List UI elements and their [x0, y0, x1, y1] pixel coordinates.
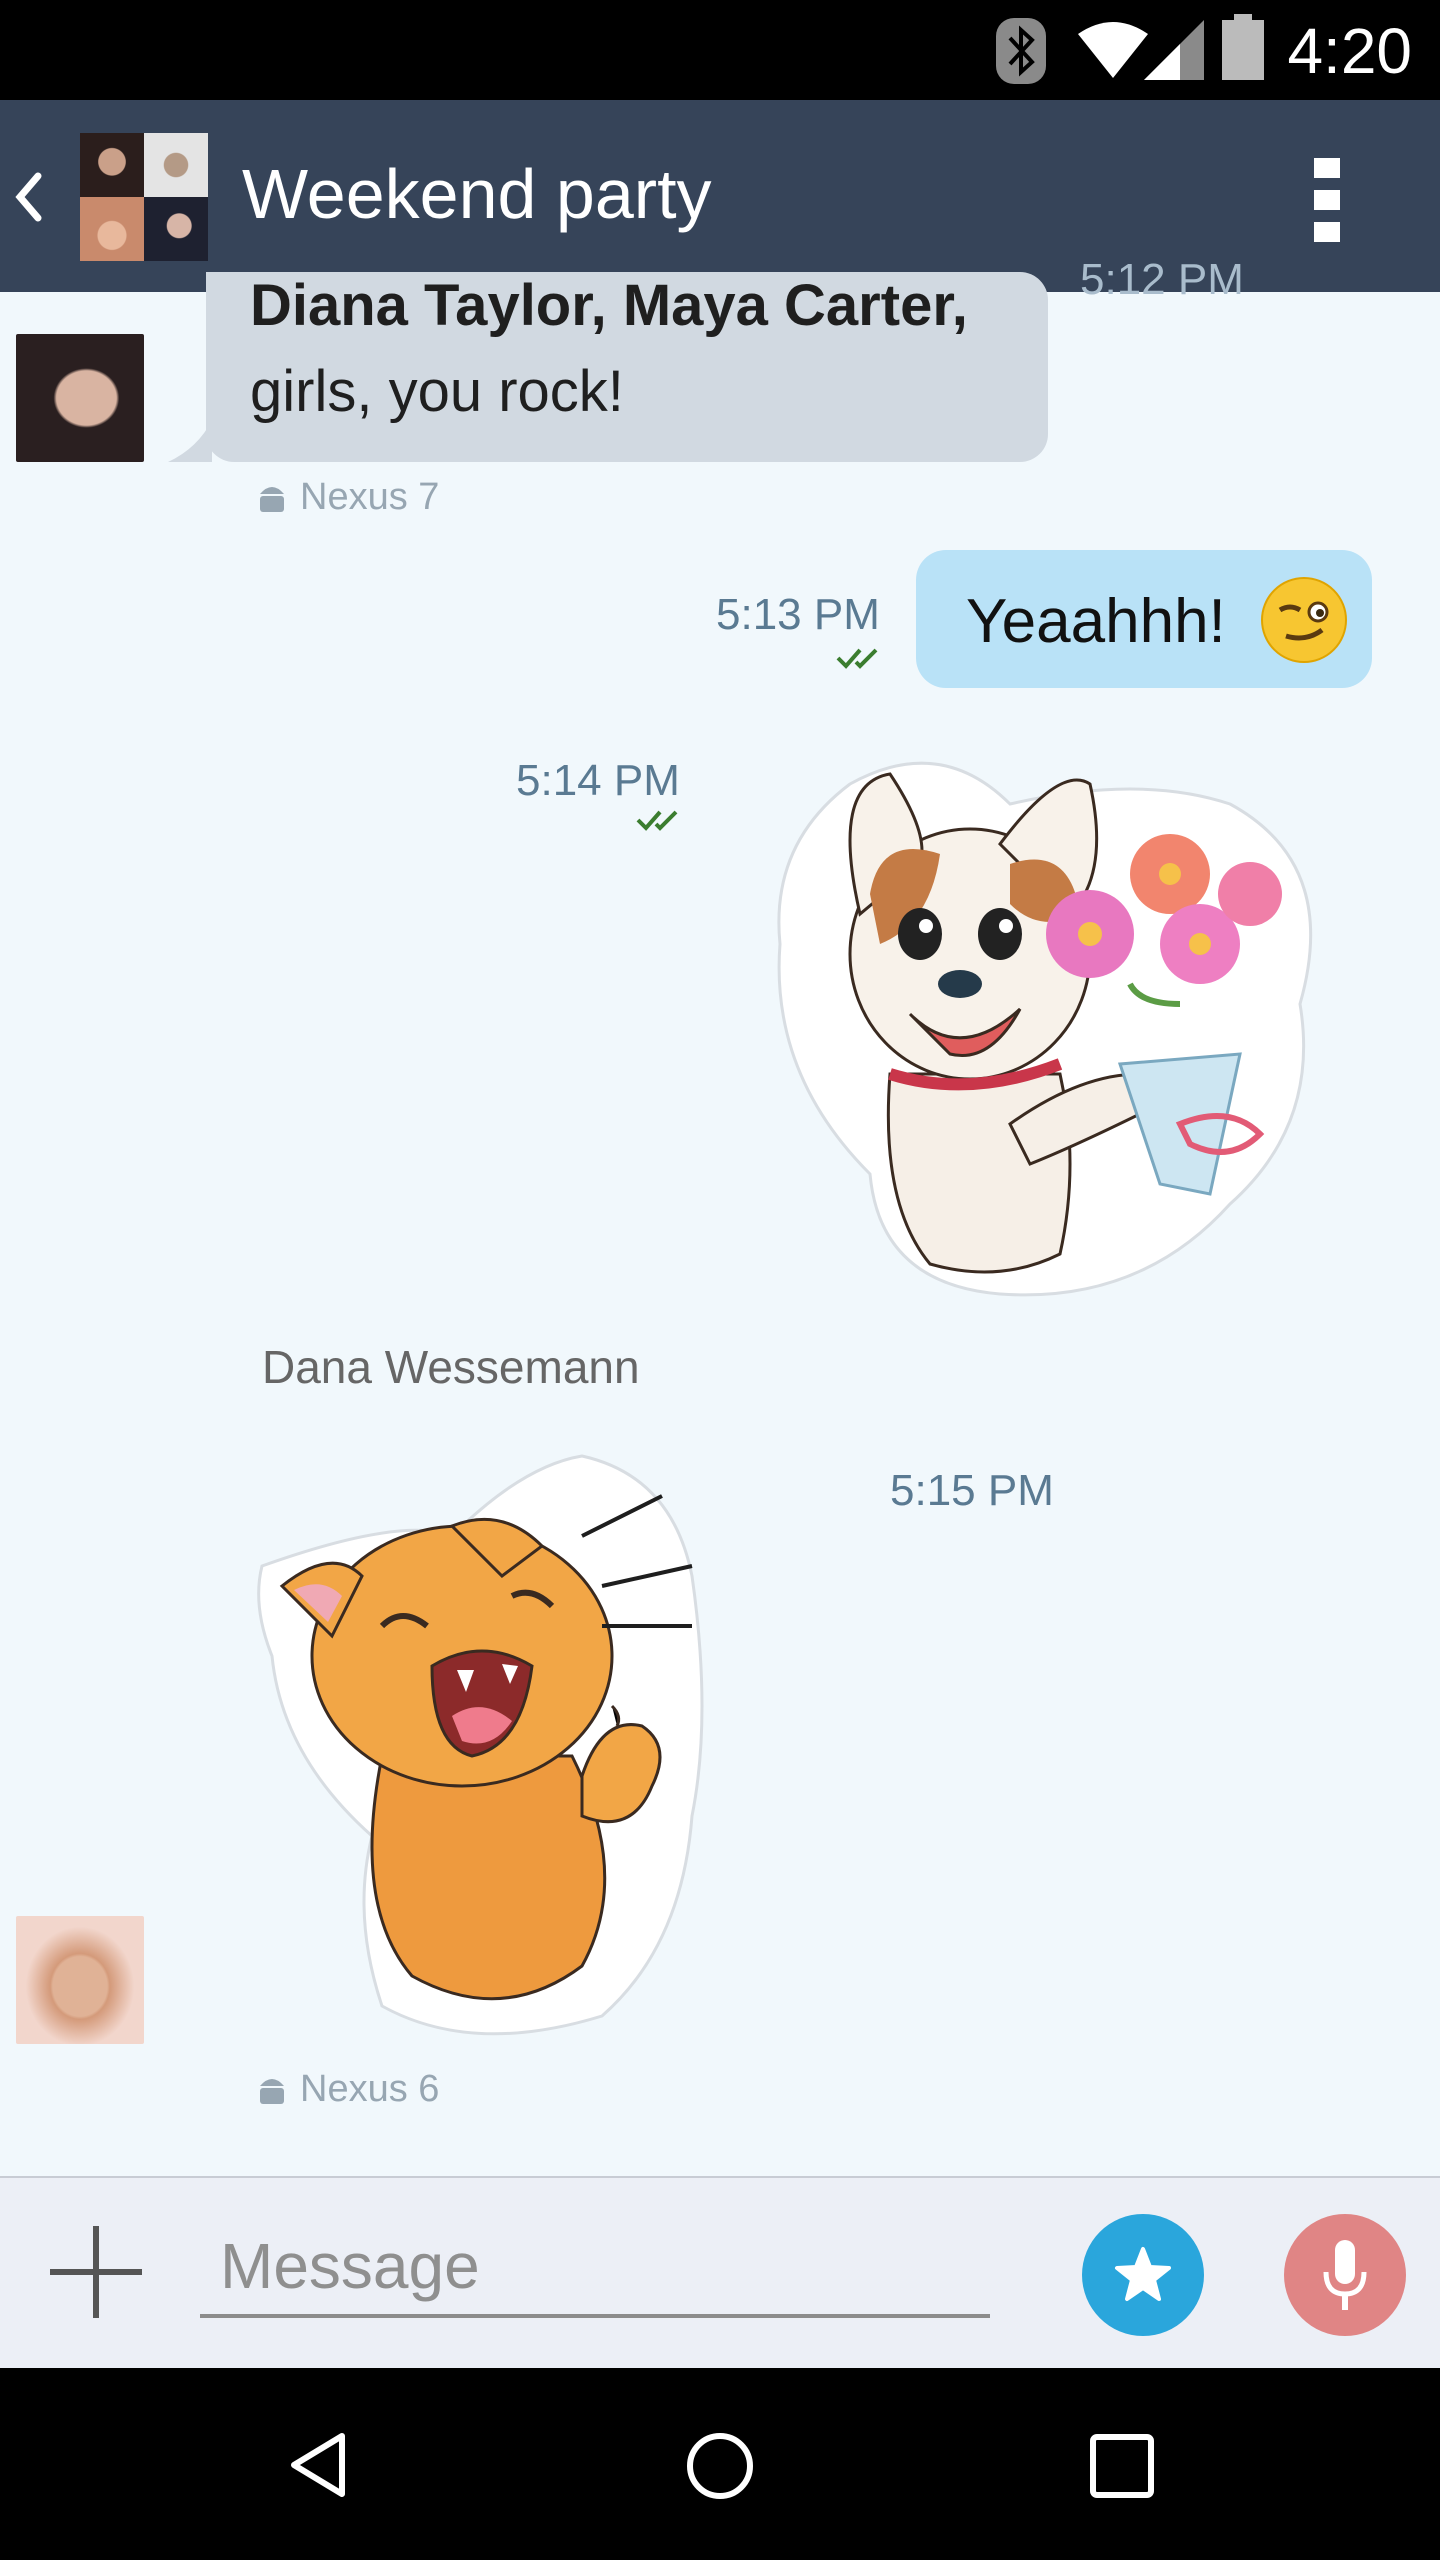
nav-back-button[interactable]	[216, 2368, 416, 2560]
laughing-cat-sticker[interactable]	[252, 1454, 812, 2036]
overflow-menu-button[interactable]	[1300, 156, 1356, 246]
wifi-icon	[1078, 22, 1148, 78]
overflow-menu-icon	[1314, 158, 1340, 242]
nav-home-button[interactable]	[620, 2368, 820, 2560]
recents-square-icon	[1090, 2434, 1154, 2498]
message-text: Diana Taylor, Maya Carter,	[250, 273, 968, 338]
winking-face-emoji	[1261, 577, 1347, 663]
voice-message-button[interactable]	[1284, 2214, 1406, 2336]
attach-button[interactable]	[46, 2222, 146, 2322]
plus-icon	[50, 2226, 142, 2318]
sender-avatar[interactable]	[16, 334, 144, 462]
member-photo	[144, 133, 208, 197]
back-triangle-icon	[291, 2433, 345, 2497]
chevron-left-icon	[15, 172, 42, 222]
home-circle-icon	[687, 2433, 753, 2499]
device-label: Nexus 7	[256, 476, 439, 519]
device-label: Nexus 6	[256, 2068, 439, 2111]
star-icon	[1115, 2247, 1171, 2301]
message-timestamp: 5:14 PM	[516, 756, 680, 805]
sticker-button[interactable]	[1082, 2214, 1204, 2336]
dog-with-flowers-sticker[interactable]	[760, 744, 1340, 1304]
bluetooth-icon	[996, 18, 1046, 84]
back-button[interactable]	[0, 100, 70, 292]
message-input[interactable]	[200, 2218, 990, 2318]
nav-recents-button[interactable]	[1022, 2368, 1222, 2560]
message-timestamp: 5:13 PM	[716, 590, 880, 639]
device-name: Nexus 6	[300, 2068, 440, 2110]
message-composer	[0, 2176, 1440, 2370]
android-icon	[260, 2078, 284, 2104]
member-photo	[80, 133, 144, 197]
bubble-tail	[168, 420, 212, 462]
message-text: Yeaahhh!	[966, 587, 1226, 656]
sender-name[interactable]: Dana Wessemann	[262, 1340, 640, 1394]
device-name: Nexus 7	[300, 476, 440, 518]
message-timestamp: 5:12 PM	[1080, 255, 1244, 304]
sender-avatar[interactable]	[16, 1916, 144, 2044]
group-avatar[interactable]	[80, 133, 208, 261]
member-photo	[80, 197, 144, 261]
battery-icon	[1222, 14, 1264, 80]
message-timestamp: 5:15 PM	[890, 1466, 1054, 1515]
system-nav-bar	[0, 2368, 1440, 2560]
signal-icon	[1144, 20, 1204, 80]
android-icon	[260, 486, 284, 512]
chat-title[interactable]: Weekend party	[242, 154, 712, 234]
member-photo	[144, 197, 208, 261]
read-checkmarks-icon	[636, 810, 678, 831]
status-bar: 4:20	[0, 0, 1440, 100]
read-checkmarks-icon	[836, 648, 878, 669]
status-time: 4:20	[1287, 15, 1412, 87]
message-text: girls, you rock!	[250, 359, 624, 424]
microphone-icon	[1323, 2240, 1367, 2310]
outgoing-message-bubble[interactable]: Yeaahhh!	[916, 550, 1372, 688]
incoming-message-bubble[interactable]: Diana Taylor, Maya Carter, girls, you ro…	[206, 272, 1048, 462]
